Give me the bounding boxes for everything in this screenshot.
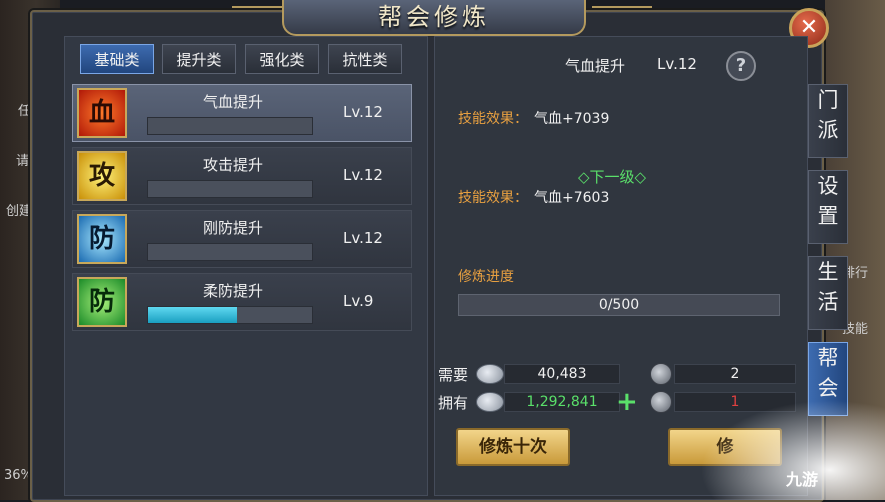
progress-label: 修炼进度 [458,269,514,285]
need-coins: 40,483 [504,364,620,384]
skill-level: Lv.12 [343,166,383,184]
background-text: 请 [16,154,30,169]
silver-coin-icon [476,392,504,412]
need-items: 2 [674,364,796,384]
detail-skill-name: 气血提升 [565,57,626,75]
tab-upgrade[interactable]: 提升类 [162,44,236,74]
skill-row-hp[interactable]: 血 气血提升 Lv.12 [72,84,412,142]
title-banner: 帮会修炼 [282,0,586,36]
training-stone-icon [650,391,672,413]
title-ornament-right [592,6,652,24]
dialog-title: 帮会修炼 [378,3,490,31]
defense-icon: 防 [77,214,127,264]
attack-icon: 攻 [77,151,127,201]
skill-progress-bar [147,180,313,198]
skill-progress-bar [147,306,313,324]
need-label: 需要 [438,366,469,384]
skill-row-hard-defense[interactable]: 防 刚防提升 Lv.12 [72,210,412,268]
next-effect-label: 技能效果： [458,190,528,206]
have-label: 拥有 [438,394,469,412]
training-stone-icon [650,363,672,385]
skill-level: Lv.12 [343,229,383,247]
tab-resistance[interactable]: 抗性类 [328,44,402,74]
skill-name: 攻击提升 [202,156,263,174]
side-tab-life[interactable]: 生活 [808,256,848,330]
add-currency-button[interactable]: + [616,389,638,415]
silver-coin-icon [476,364,504,384]
skill-level: Lv.12 [343,103,383,121]
training-progress-text: 0/500 [598,297,640,313]
skill-row-soft-defense[interactable]: 防 柔防提升 Lv.9 [72,273,412,331]
skill-progress-bar [147,117,313,135]
next-effect-value: 气血+7603 [534,190,610,206]
side-tab-settings[interactable]: 设置 [808,170,848,244]
have-coins: 1,292,841 [504,392,620,412]
background-text: 36% [4,468,33,483]
help-icon[interactable]: ? [726,51,756,81]
training-progress-bar: 0/500 [458,294,780,316]
skill-progress-bar [147,243,313,261]
watermark-logo: 九游 [786,470,819,489]
detail-skill-level: Lv.12 [657,55,697,73]
skill-row-attack[interactable]: 攻 攻击提升 Lv.12 [72,147,412,205]
skill-name: 气血提升 [202,93,263,111]
current-effect-value: 气血+7039 [534,111,610,127]
skill-level: Lv.9 [343,292,374,310]
tab-strengthen[interactable]: 强化类 [245,44,319,74]
skill-progress-fill [148,307,237,323]
train-ten-button[interactable]: 修炼十次 [456,428,570,466]
tab-basic[interactable]: 基础类 [80,44,154,74]
current-effect-label: 技能效果： [458,111,528,127]
blood-icon: 血 [77,88,127,138]
defense-icon: 防 [77,277,127,327]
side-tab-sect[interactable]: 门派 [808,84,848,158]
skill-name: 柔防提升 [202,282,263,300]
skill-name: 刚防提升 [202,219,263,237]
next-level-label: ◇下一级◇ [578,168,647,186]
